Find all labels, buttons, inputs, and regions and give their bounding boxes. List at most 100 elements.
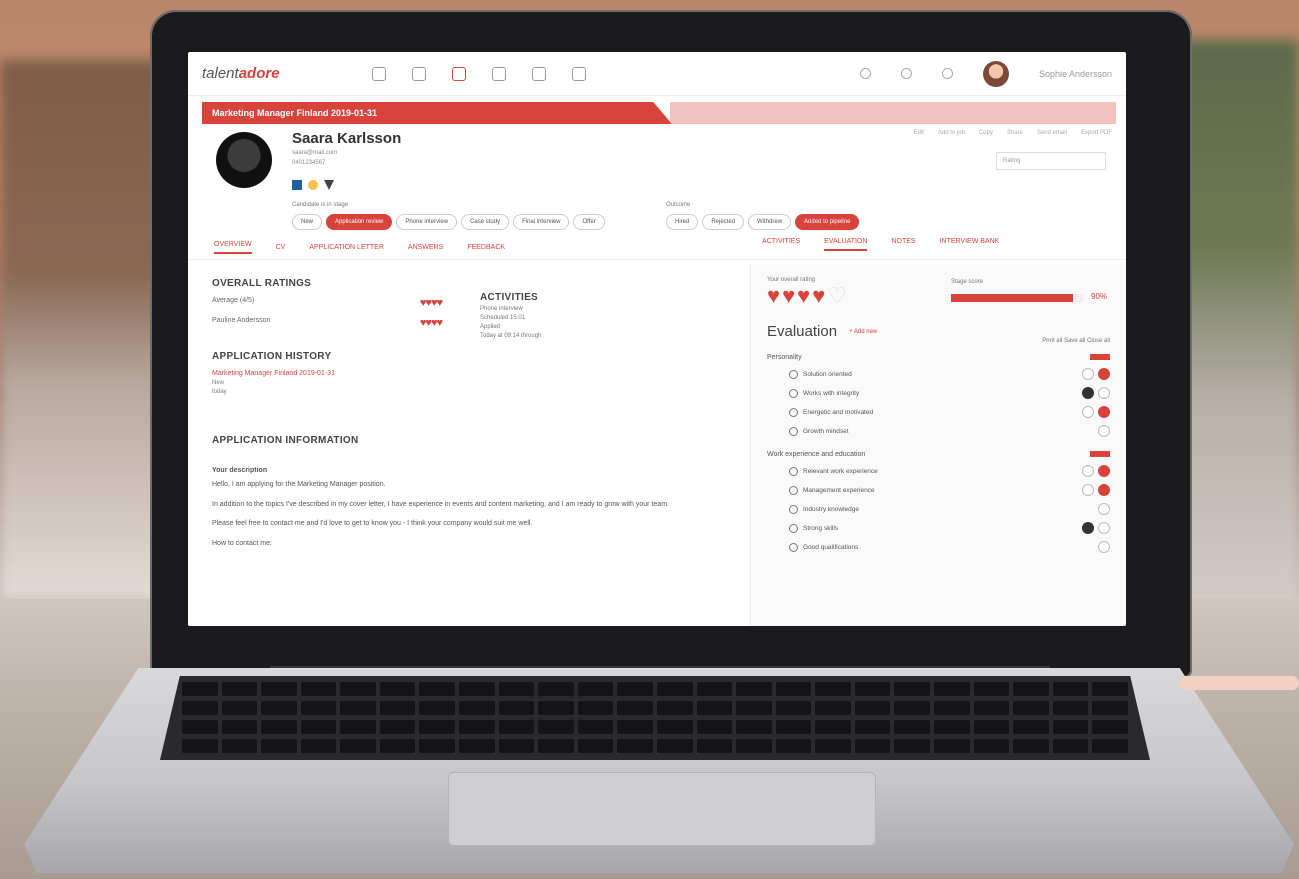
action-copy[interactable]: Copy (979, 130, 993, 136)
linkedin-icon[interactable] (292, 180, 302, 190)
evaluation-links[interactable]: Print all Save all Close all (1042, 338, 1110, 344)
question-icon[interactable] (789, 485, 798, 495)
question-icon[interactable] (789, 407, 798, 417)
candidates-icon[interactable] (452, 66, 466, 81)
question-icon[interactable] (789, 466, 798, 476)
keyboard-key (894, 701, 931, 715)
rating-circle[interactable] (1082, 484, 1094, 496)
notifications-icon[interactable] (941, 68, 953, 79)
question-icon[interactable] (789, 542, 798, 552)
outcome-hired[interactable]: Hired (666, 214, 699, 230)
stage-score-label: Stage score (951, 279, 984, 285)
rating-circle[interactable] (1082, 465, 1094, 477)
rating-hearts: ♥♥♥♥ (419, 297, 443, 309)
stage-new[interactable]: New (292, 214, 323, 230)
tab-cv[interactable]: CV (276, 244, 286, 251)
rating-circle[interactable] (1098, 541, 1110, 553)
keyboard-key (736, 701, 772, 715)
keyboard-key (261, 739, 297, 753)
candidate-email[interactable]: saara@mail.com (292, 150, 337, 156)
keyboard-key (538, 739, 574, 753)
keyboard-key (1092, 720, 1128, 734)
rating-select[interactable]: Rating (996, 152, 1106, 170)
status-button[interactable]: Added to pipeline (795, 214, 860, 230)
keyboard-key (1092, 682, 1128, 696)
history-date: today (212, 389, 227, 395)
keyboard-key (696, 720, 733, 734)
rating-circle[interactable] (1098, 425, 1110, 437)
job-banner[interactable]: Marketing Manager Finland 2019-01-31 (202, 102, 672, 124)
rating-circle[interactable] (1098, 503, 1110, 515)
logo[interactable]: talentadore (202, 65, 352, 82)
keyboard-key (538, 682, 574, 696)
tab-application-letter[interactable]: APPLICATION LETTER (309, 244, 384, 251)
keyboard-key (736, 682, 772, 696)
action-add-to-job[interactable]: Add to job (938, 130, 965, 136)
stage-case-study[interactable]: Case study (461, 214, 510, 230)
rating-row: Average (4/5) ♥♥♥♥ (212, 297, 443, 309)
stage-pipeline: New Application review Phone interview C… (292, 214, 605, 230)
keyboard-key (498, 739, 535, 753)
tab-feedback[interactable]: FEEDBACK (467, 244, 505, 251)
rating-circle[interactable] (1098, 522, 1110, 534)
rating-circle[interactable] (1082, 522, 1094, 534)
help-icon[interactable] (859, 68, 871, 79)
home-icon[interactable] (372, 66, 386, 81)
rating-circle[interactable] (1082, 406, 1094, 418)
question-icon[interactable] (789, 523, 798, 533)
action-edit[interactable]: Edit (914, 130, 924, 136)
question-icon[interactable] (789, 504, 798, 514)
keyboard-key (1013, 720, 1049, 734)
question-icon[interactable] (789, 426, 798, 436)
add-new-evaluation[interactable]: + Add new (849, 329, 877, 335)
stage-phone-interview[interactable]: Phone interview (396, 214, 458, 230)
stage-application-review[interactable]: Application review (326, 214, 393, 230)
outcome-rejected[interactable]: Rejected (702, 214, 745, 230)
star-icon[interactable] (308, 180, 318, 190)
user-name[interactable]: Sophie Andersson (1039, 69, 1112, 79)
rating-circle[interactable] (1082, 368, 1094, 380)
keyboard-key (815, 720, 851, 734)
keyboard-key (815, 682, 851, 696)
keyboard-key (934, 701, 970, 715)
tab-notes[interactable]: NOTES (891, 238, 915, 251)
user-avatar[interactable] (982, 60, 1009, 87)
rating-circle[interactable] (1098, 368, 1110, 380)
history-job-link[interactable]: Marketing Manager Finland 2019-01-31 (212, 370, 724, 377)
dropdown-icon[interactable] (324, 180, 334, 190)
keyboard-key (854, 701, 891, 715)
stage-final-interview[interactable]: Final interview (513, 214, 570, 230)
action-share[interactable]: Share (1007, 130, 1023, 136)
keyboard-key (973, 739, 1010, 753)
messages-icon[interactable] (900, 68, 912, 79)
action-export-pdf[interactable]: Export PDF (1081, 130, 1112, 136)
stage-offer[interactable]: Offer (573, 214, 605, 230)
rating-circle[interactable] (1098, 484, 1110, 496)
top-navigation: talentadore Sophie Andersson (188, 52, 1126, 96)
section-personality[interactable]: Personality (767, 354, 1110, 361)
question-icon[interactable] (789, 388, 798, 398)
settings-icon[interactable] (572, 66, 586, 81)
application-paragraph: How to contact me: (212, 540, 272, 548)
tab-overview[interactable]: OVERVIEW (214, 241, 252, 254)
tab-evaluation[interactable]: EVALUATION (824, 238, 868, 251)
rating-circle[interactable] (1098, 465, 1110, 477)
keyboard-key (261, 720, 297, 734)
keyboard-key (854, 720, 891, 734)
question-icon[interactable] (789, 369, 798, 379)
people-icon[interactable] (492, 66, 506, 81)
tab-activities[interactable]: ACTIVITIES (762, 238, 800, 251)
jobs-icon[interactable] (412, 66, 426, 81)
outcome-withdrew[interactable]: Withdrew (748, 214, 792, 230)
reports-icon[interactable] (532, 66, 546, 81)
tab-answers[interactable]: ANSWERS (408, 244, 443, 251)
keyboard-key (1013, 739, 1049, 753)
charging-cable (1179, 676, 1299, 690)
rating-circle[interactable] (1098, 387, 1110, 399)
rating-circle[interactable] (1082, 387, 1094, 399)
tab-interview-bank[interactable]: INTERVIEW BANK (940, 238, 1000, 251)
rating-circle[interactable] (1098, 406, 1110, 418)
candidate-phone[interactable]: 0401234567 (292, 160, 325, 166)
section-work-experience[interactable]: Work experience and education (767, 451, 1110, 458)
action-send-email[interactable]: Send email (1037, 130, 1067, 136)
